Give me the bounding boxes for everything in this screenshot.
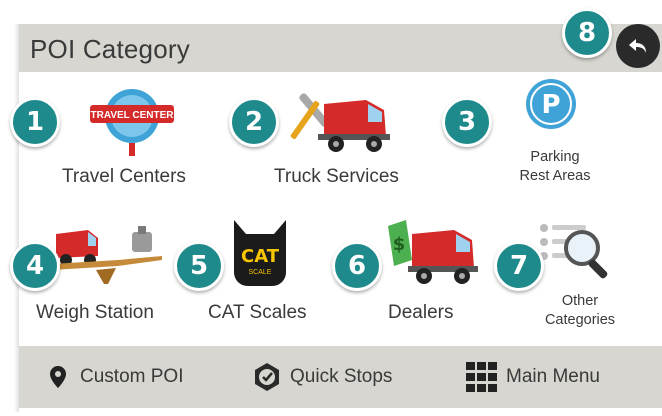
parking-letter: P: [541, 90, 560, 120]
parking-label-line1: Parking: [530, 149, 580, 165]
callout-marker-5: 5: [174, 241, 224, 291]
back-arrow-icon: [629, 39, 646, 53]
back-button[interactable]: [616, 24, 660, 68]
category-truck-services[interactable]: Truck Services: [268, 84, 418, 196]
parking-label-line2: Rest Areas: [519, 168, 591, 184]
travel-centers-label: Travel Centers: [62, 166, 186, 187]
custom-poi-button[interactable]: Custom POI: [50, 346, 183, 408]
quick-stops-button[interactable]: Quick Stops: [252, 346, 392, 408]
magnifier-list-icon: [540, 224, 608, 279]
main-menu-label: Main Menu: [506, 366, 600, 387]
cat-scale-logo-icon: CAT SCALE: [234, 220, 286, 286]
callout-marker-2: 2: [229, 97, 279, 147]
weigh-station-icon: [52, 226, 162, 284]
travel-center-sign-text: TRAVEL CENTER: [91, 110, 175, 121]
other-label-line2: Categories: [544, 312, 616, 328]
dealer-tag-text: $: [393, 234, 406, 255]
callout-marker-3: 3: [442, 97, 492, 147]
quick-stops-label: Quick Stops: [290, 366, 393, 387]
truck-wrench-icon: [290, 93, 390, 152]
category-travel-centers[interactable]: TRAVEL CENTER Travel Centers: [50, 86, 210, 196]
cat-logo-text: CAT: [241, 246, 280, 267]
category-other-categories[interactable]: Other Categories: [530, 218, 640, 334]
callout-marker-7: 7: [494, 241, 544, 291]
travel-center-sign-icon: TRAVEL CENTER: [90, 89, 175, 156]
category-parking-rest-areas[interactable]: P Parking Rest Areas: [505, 78, 615, 193]
quick-stops-icon: [255, 363, 279, 391]
truck-price-tag-icon: $: [388, 220, 478, 284]
callout-marker-8: 8: [562, 8, 612, 58]
parking-icon: P: [526, 79, 576, 129]
main-menu-button[interactable]: Main Menu: [466, 346, 600, 408]
grid-menu-icon: [466, 362, 497, 392]
other-label-line1: Other: [561, 293, 599, 309]
callout-marker-6: 6: [332, 241, 382, 291]
category-dealers[interactable]: $ Dealers: [380, 216, 500, 330]
cat-logo-sub: SCALE: [249, 269, 272, 276]
custom-poi-label: Custom POI: [80, 366, 184, 387]
truck-services-label: Truck Services: [274, 166, 399, 187]
callout-marker-1: 1: [10, 97, 60, 147]
map-pin-icon: [50, 366, 66, 388]
cat-scales-label: CAT Scales: [208, 302, 307, 323]
dealers-label: Dealers: [388, 302, 454, 323]
weigh-station-label: Weigh Station: [36, 302, 154, 323]
page-title: POI Category: [30, 34, 190, 64]
parking-rest-areas-label: Parking Rest Areas: [505, 148, 605, 186]
other-categories-label: Other Categories: [530, 292, 630, 330]
callout-marker-4: 4: [10, 241, 60, 291]
